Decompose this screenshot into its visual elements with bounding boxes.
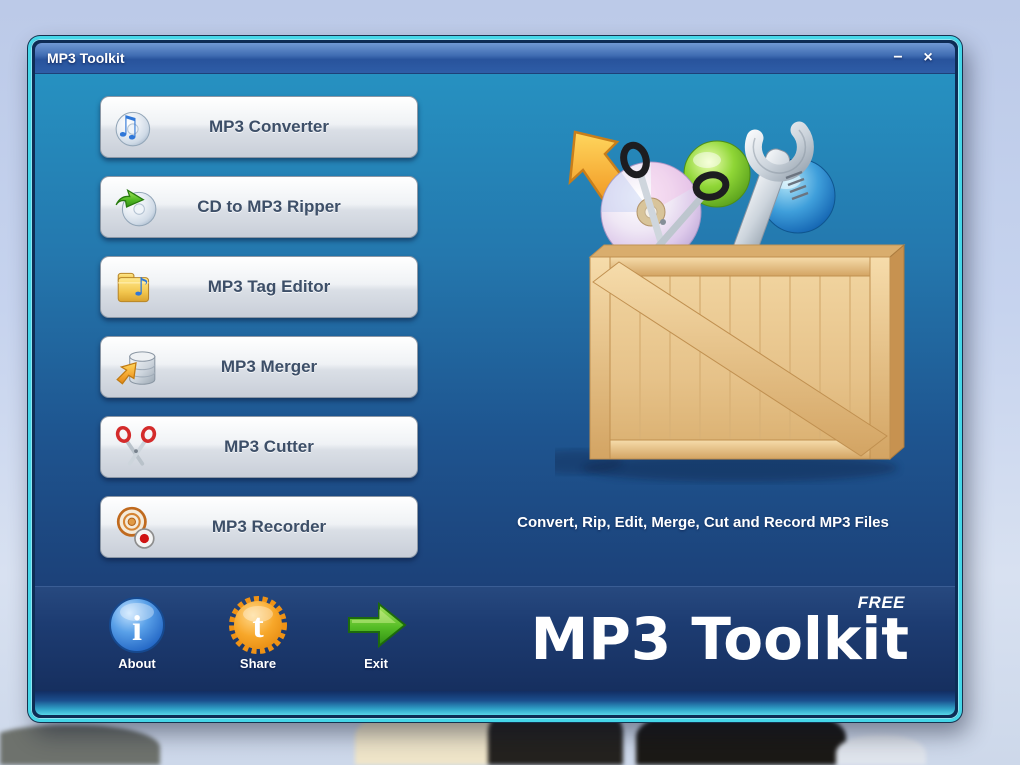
mp3-recorder-button[interactable]: MP3 Recorder — [100, 496, 418, 558]
about-label: About — [87, 656, 187, 671]
share-button[interactable]: t Share — [208, 595, 308, 671]
footer-bar: i About t Share Exit — [35, 586, 955, 691]
mp3-tag-editor-button[interactable]: ♪ MP3 Tag Editor — [100, 256, 418, 318]
red-scissors-icon — [113, 424, 159, 470]
tool-label: CD to MP3 Ripper — [159, 197, 405, 217]
tool-label: MP3 Tag Editor — [159, 277, 405, 297]
tool-label: MP3 Merger — [159, 357, 405, 377]
mp3-merger-button[interactable]: MP3 Merger — [100, 336, 418, 398]
minimize-button[interactable]: − — [883, 49, 913, 67]
mp3-cutter-button[interactable]: MP3 Cutter — [100, 416, 418, 478]
about-button[interactable]: i About — [87, 595, 187, 671]
close-button[interactable]: × — [913, 49, 943, 67]
share-badge-icon: t — [228, 595, 288, 655]
brand-block: FREE MP3 Toolkit — [531, 593, 909, 670]
cd-music-note-icon: ♫ — [113, 104, 159, 150]
window-title: MP3 Toolkit — [47, 50, 883, 66]
svg-text:t: t — [252, 608, 264, 645]
speaker-record-icon — [113, 504, 159, 550]
svg-text:♪: ♪ — [133, 272, 149, 301]
tool-label: MP3 Recorder — [159, 517, 405, 537]
window-bottom-strip — [35, 691, 955, 715]
titlebar[interactable]: MP3 Toolkit − × — [35, 43, 955, 74]
tagline: Convert, Rip, Edit, Merge, Cut and Recor… — [463, 514, 943, 531]
brand-title: MP3 Toolkit — [531, 609, 909, 670]
svg-text:i: i — [132, 608, 142, 648]
folder-music-note-icon: ♪ — [113, 264, 159, 310]
info-icon: i — [107, 595, 167, 655]
database-orange-arrow-icon — [113, 344, 159, 390]
svg-text:♫: ♫ — [115, 109, 141, 143]
app-window: MP3 Toolkit − × ♫ MP3 Converter — [28, 36, 962, 722]
tool-button-column: ♫ MP3 Converter CD to MP3 Ripper — [100, 96, 418, 558]
tool-label: MP3 Converter — [159, 117, 405, 137]
mp3-converter-button[interactable]: ♫ MP3 Converter — [100, 96, 418, 158]
share-label: Share — [208, 656, 308, 671]
crate-with-tools-illustration — [555, 94, 935, 514]
main-content: ♫ MP3 Converter CD to MP3 Ripper — [35, 74, 955, 586]
exit-button[interactable]: Exit — [326, 595, 426, 671]
exit-arrow-icon — [344, 595, 408, 655]
tool-label: MP3 Cutter — [159, 437, 405, 457]
exit-label: Exit — [326, 656, 426, 671]
cd-green-arrow-icon — [113, 184, 159, 230]
cd-to-mp3-ripper-button[interactable]: CD to MP3 Ripper — [100, 176, 418, 238]
